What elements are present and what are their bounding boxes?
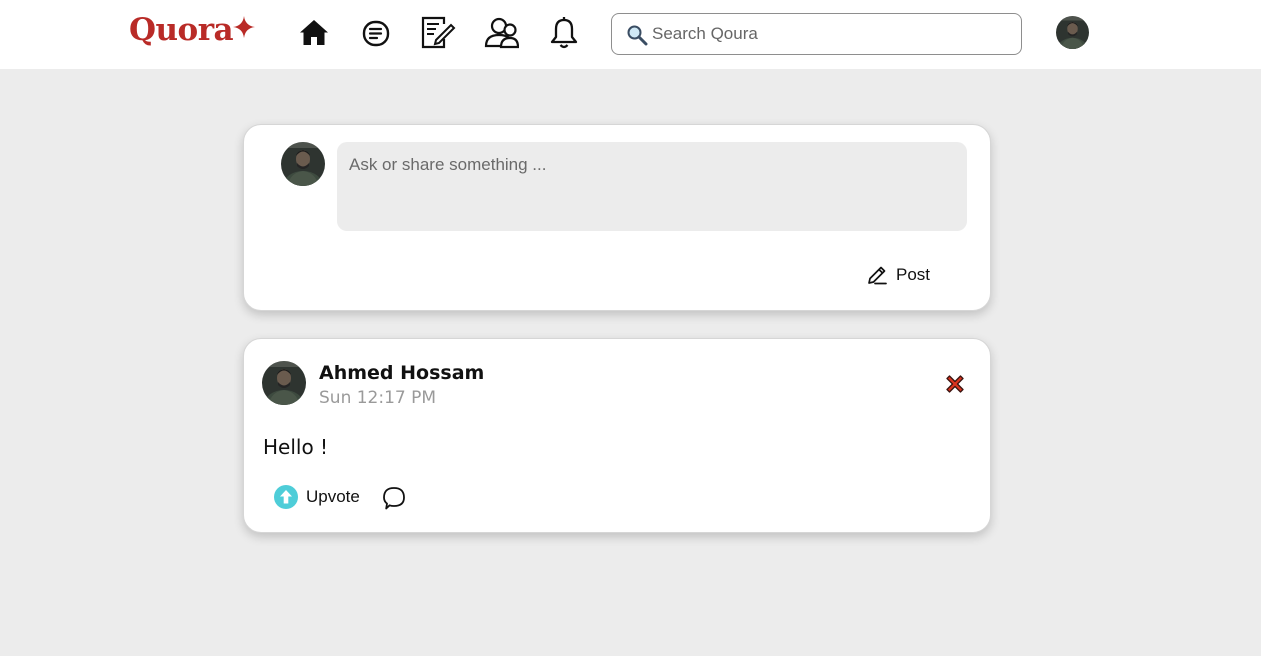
search-bar[interactable] — [611, 13, 1022, 55]
composer-avatar — [281, 142, 325, 186]
notifications-icon[interactable] — [546, 15, 582, 51]
pencil-icon — [868, 266, 887, 285]
author-avatar[interactable] — [262, 361, 306, 405]
write-icon[interactable] — [420, 15, 456, 51]
upvote-label: Upvote — [306, 487, 360, 506]
post-timestamp: Sun 12:17 PM — [319, 388, 437, 408]
post-card: Ahmed Hossam Sun 12:17 PM Hello ! Upvote — [243, 338, 991, 533]
comment-icon[interactable] — [381, 485, 407, 511]
top-navigation-bar: Quora — [0, 0, 1261, 69]
composer-input[interactable] — [337, 142, 967, 231]
quora-plus-icon — [233, 16, 255, 38]
delete-icon[interactable] — [944, 373, 966, 395]
answer-icon[interactable] — [358, 15, 394, 51]
post-button-label: Post — [896, 265, 931, 284]
home-icon[interactable] — [296, 15, 332, 51]
quora-logo[interactable]: Quora — [129, 12, 234, 48]
search-input[interactable] — [652, 22, 1012, 46]
post-content: Hello ! — [263, 435, 329, 459]
search-icon — [627, 25, 648, 46]
spaces-icon[interactable] — [483, 15, 520, 51]
user-avatar[interactable] — [1056, 16, 1089, 49]
post-button[interactable]: Post — [866, 263, 930, 287]
upvote-button[interactable]: Upvote — [274, 485, 360, 509]
post-composer: Post — [243, 124, 991, 311]
post-author[interactable]: Ahmed Hossam — [319, 362, 484, 384]
upvote-icon — [274, 485, 298, 509]
